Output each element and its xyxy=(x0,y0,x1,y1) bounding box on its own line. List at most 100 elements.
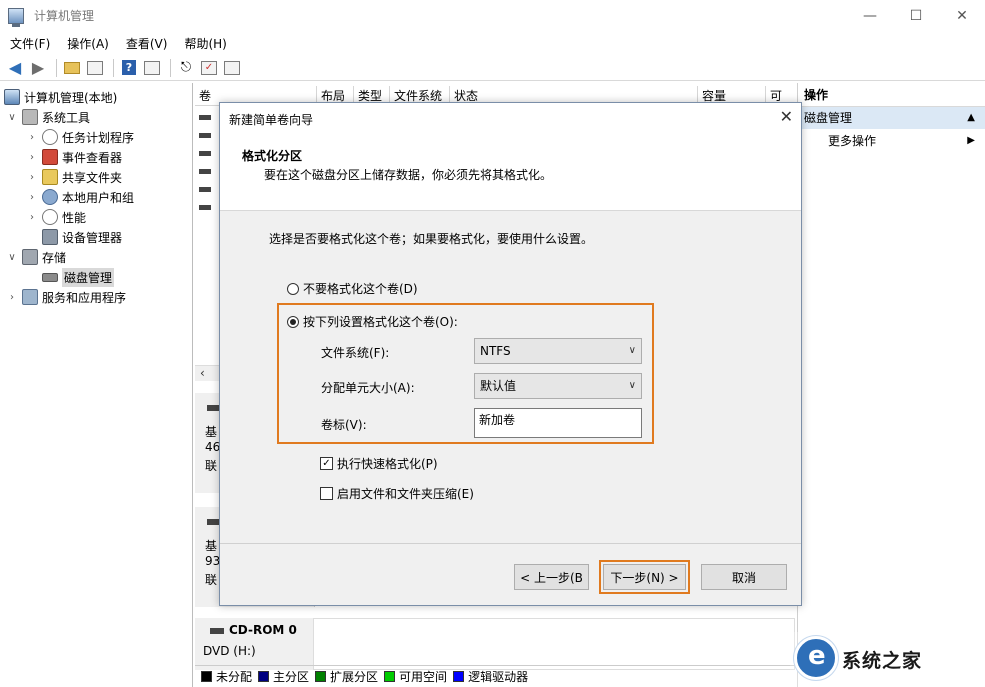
volume-row[interactable] xyxy=(199,143,219,163)
menu-help[interactable]: 帮助(H) xyxy=(174,35,233,52)
menu-action[interactable]: 操作(A) xyxy=(57,35,116,52)
tree-item-device-manager[interactable]: 设备管理器 xyxy=(38,227,122,247)
disk-status-label: 联 xyxy=(205,573,218,587)
radio-button-selected[interactable] xyxy=(287,315,299,328)
filesystem-value: NTFS xyxy=(480,344,511,358)
cdrom-title: CD-ROM 0 xyxy=(229,623,297,637)
tree-item-storage[interactable]: ∨ 存储 xyxy=(6,247,66,267)
chevron-right-icon[interactable]: › xyxy=(26,152,38,163)
checkbox-checked[interactable]: ✓ xyxy=(320,457,333,470)
disk-size-label: 93 xyxy=(205,554,221,568)
chevron-right-icon[interactable]: › xyxy=(26,192,38,203)
more-actions-item[interactable]: 更多操作 ▶ xyxy=(798,129,985,153)
allocation-unit-value: 默认值 xyxy=(480,379,517,393)
tree-item-local-users[interactable]: › 本地用户和组 xyxy=(26,187,134,207)
device-manager-icon xyxy=(42,229,58,245)
cdrom-icon xyxy=(210,628,224,634)
next-button[interactable]: 下一步(N) > xyxy=(603,564,686,590)
show-hide-tree-icon[interactable] xyxy=(85,58,105,78)
menu-file[interactable]: 文件(F) xyxy=(0,35,57,52)
chevron-down-icon: ∨ xyxy=(628,345,636,356)
radio-format[interactable]: 按下列设置格式化这个卷(O): xyxy=(287,313,458,330)
chevron-down-icon[interactable]: ∨ xyxy=(6,112,18,123)
legend-item: 主分区 xyxy=(258,668,309,685)
actions-section-disk-management[interactable]: 磁盘管理 ▲ xyxy=(798,107,985,129)
checkbox-label: 启用文件和文件夹压缩(E) xyxy=(337,487,474,501)
services-icon xyxy=(22,289,38,305)
volume-row[interactable] xyxy=(199,161,219,181)
chevron-right-icon[interactable]: › xyxy=(26,132,38,143)
tree-label: 服务和应用程序 xyxy=(42,290,127,305)
window-title: 计算机管理 xyxy=(34,9,95,23)
tree-item-performance[interactable]: › 性能 xyxy=(26,207,86,227)
window-titlebar: 计算机管理 — ☐ ✕ xyxy=(0,0,985,31)
cdrom-media-area[interactable] xyxy=(313,618,795,670)
legend-label: 扩展分区 xyxy=(330,670,379,684)
users-icon xyxy=(42,189,58,205)
action-pane-icon[interactable] xyxy=(142,58,162,78)
disk-type-label: 基 xyxy=(205,539,218,553)
checkbox-label: 执行快速格式化(P) xyxy=(337,457,438,471)
tree-item-event-viewer[interactable]: › 事件查看器 xyxy=(26,147,122,167)
tree-item-services[interactable]: › 服务和应用程序 xyxy=(6,287,126,307)
chevron-down-icon: ∨ xyxy=(628,380,636,391)
filesystem-select[interactable]: NTFS ∨ xyxy=(474,338,642,364)
scroll-left-icon[interactable]: ‹ xyxy=(200,366,205,380)
clock-icon xyxy=(42,129,58,145)
tree-label: 共享文件夹 xyxy=(62,170,123,185)
radio-label: 按下列设置格式化这个卷(O): xyxy=(303,315,458,329)
tree-label: 本地用户和组 xyxy=(62,190,135,205)
forward-arrow-icon[interactable]: ▶ xyxy=(28,58,48,78)
tree-item-root[interactable]: 计算机管理(本地) xyxy=(4,87,117,107)
compression-checkbox[interactable]: 启用文件和文件夹压缩(E) xyxy=(320,485,474,502)
tree-item-disk-management[interactable]: 磁盘管理 xyxy=(38,267,115,287)
allocation-unit-label: 分配单元大小(A): xyxy=(321,381,415,395)
help-icon[interactable]: ? xyxy=(119,58,139,78)
chevron-right-icon[interactable]: › xyxy=(6,292,18,303)
quick-format-checkbox[interactable]: ✓ 执行快速格式化(P) xyxy=(320,455,438,472)
actions-section-label: 磁盘管理 xyxy=(804,111,853,125)
back-button[interactable]: < 上一步(B xyxy=(514,564,589,590)
volume-row[interactable] xyxy=(199,197,219,217)
back-arrow-icon[interactable]: ◀ xyxy=(5,58,25,78)
dialog-heading: 格式化分区 xyxy=(242,149,303,163)
menu-view[interactable]: 查看(V) xyxy=(116,35,175,52)
checkbox-unchecked[interactable] xyxy=(320,487,333,500)
toolbar-separator xyxy=(170,58,171,77)
volume-icon xyxy=(199,150,211,156)
tree-label: 设备管理器 xyxy=(62,230,123,245)
chevron-down-icon[interactable]: ∨ xyxy=(6,252,18,263)
legend-item: 逻辑驱动器 xyxy=(453,668,528,685)
tree-label: 存储 xyxy=(42,250,67,265)
tree-item-shared-folders[interactable]: › 共享文件夹 xyxy=(26,167,122,187)
close-button[interactable]: ✕ xyxy=(939,0,985,31)
up-folder-icon[interactable] xyxy=(62,58,82,78)
filesystem-label: 文件系统(F): xyxy=(321,346,390,360)
volume-row[interactable] xyxy=(199,125,219,145)
chevron-right-icon[interactable]: › xyxy=(26,212,38,223)
check-icon[interactable]: ✓ xyxy=(199,58,219,78)
disk-type-label: 基 xyxy=(205,425,218,439)
cancel-button[interactable]: 取消 xyxy=(701,564,787,590)
maximize-button[interactable]: ☐ xyxy=(893,0,939,31)
chevron-right-icon[interactable]: › xyxy=(26,172,38,183)
volume-label-input[interactable]: 新加卷 xyxy=(474,408,642,438)
disk-status-label: 联 xyxy=(205,459,218,473)
cdrom-block[interactable]: CD-ROM 0 DVD (H:) xyxy=(195,618,313,670)
tree-item-task-scheduler[interactable]: › 任务计划程序 xyxy=(26,127,134,147)
storage-icon xyxy=(22,249,38,265)
collapse-arrow-icon[interactable]: ▲ xyxy=(967,107,975,129)
properties-icon[interactable] xyxy=(222,58,242,78)
allocation-unit-select[interactable]: 默认值 ∨ xyxy=(474,373,642,399)
legend-label: 逻辑驱动器 xyxy=(468,670,529,684)
radio-no-format[interactable]: 不要格式化这个卷(D) xyxy=(287,280,418,297)
tree-label: 事件查看器 xyxy=(62,150,123,165)
dialog-close-icon[interactable]: ✕ xyxy=(780,107,793,126)
connect-icon[interactable]: ⎋ xyxy=(176,58,196,78)
site-watermark: 系统之家 xyxy=(790,632,985,687)
volume-row[interactable] xyxy=(199,179,219,199)
radio-button[interactable] xyxy=(287,282,299,295)
volume-row[interactable] xyxy=(199,107,219,127)
minimize-button[interactable]: — xyxy=(847,0,893,31)
tree-item-system-tools[interactable]: ∨ 系统工具 xyxy=(6,107,90,127)
